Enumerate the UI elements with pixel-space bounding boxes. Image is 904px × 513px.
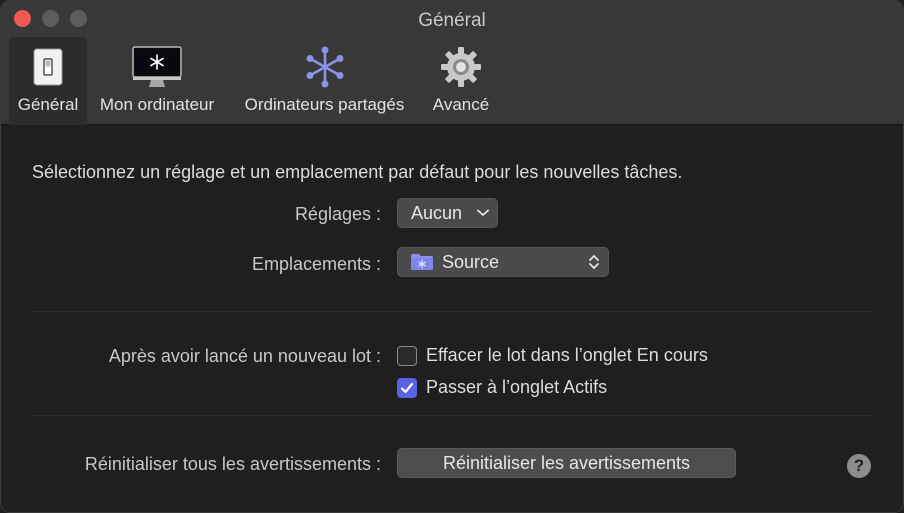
clear-batch-option[interactable]: Effacer le lot dans l’onglet En cours (397, 345, 708, 366)
tab-label: Mon ordinateur (99, 95, 215, 114)
reset-warnings-label: Réinitialiser tous les avertissements : (84, 454, 381, 474)
folder-icon (410, 253, 434, 271)
preferences-window: Général Général Mon ordinateur Ordinateu… (0, 0, 904, 513)
divider (31, 415, 873, 416)
tab-my-computer[interactable]: Mon ordinateur (87, 37, 227, 125)
divider (31, 311, 873, 312)
shared-computers-icon (299, 45, 351, 89)
imac-icon (131, 45, 183, 89)
switch-active-label: Passer à l’onglet Actifs (426, 377, 608, 397)
toolbar-tabs: Général Mon ordinateur Ordinateurs parta… (9, 37, 500, 125)
clear-batch-checkbox[interactable] (397, 345, 417, 366)
locations-label: Emplacements : (251, 254, 381, 274)
reset-warnings-button[interactable]: Réinitialiser les avertissements (397, 448, 736, 478)
locations-value: Source (442, 251, 500, 272)
chevron-updown-icon (588, 248, 600, 276)
clear-batch-label: Effacer le lot dans l’onglet En cours (426, 345, 708, 365)
locations-popup[interactable]: Source (397, 247, 609, 277)
tab-label: Avancé (432, 95, 490, 114)
intro-text: Sélectionnez un réglage et un emplacemen… (32, 162, 683, 182)
window-title: Général (418, 10, 486, 31)
settings-value: Aucun (411, 202, 463, 223)
settings-popup[interactable]: Aucun (397, 198, 498, 228)
gear-icon (435, 45, 487, 89)
tab-label: Général (17, 95, 79, 114)
help-button[interactable]: ? (847, 454, 871, 478)
tab-label: Ordinateurs partagés (244, 95, 405, 114)
switch-active-option[interactable]: Passer à l’onglet Actifs (397, 377, 607, 398)
switch-active-checkbox[interactable] (397, 377, 417, 398)
after-batch-label: Après avoir lancé un nouveau lot : (108, 346, 381, 366)
tab-advanced[interactable]: Avancé (422, 37, 500, 125)
checkmark-icon (400, 382, 414, 393)
title-bar: Général Général Mon ordinateur Ordinateu… (1, 1, 903, 125)
general-pane: Sélectionnez un réglage et un emplacemen… (1, 126, 903, 512)
chevron-down-icon (477, 199, 489, 227)
switch-icon (22, 45, 74, 89)
tab-general[interactable]: Général (9, 37, 87, 125)
tab-shared-computers[interactable]: Ordinateurs partagés (227, 37, 422, 125)
settings-label: Réglages : (294, 204, 381, 224)
